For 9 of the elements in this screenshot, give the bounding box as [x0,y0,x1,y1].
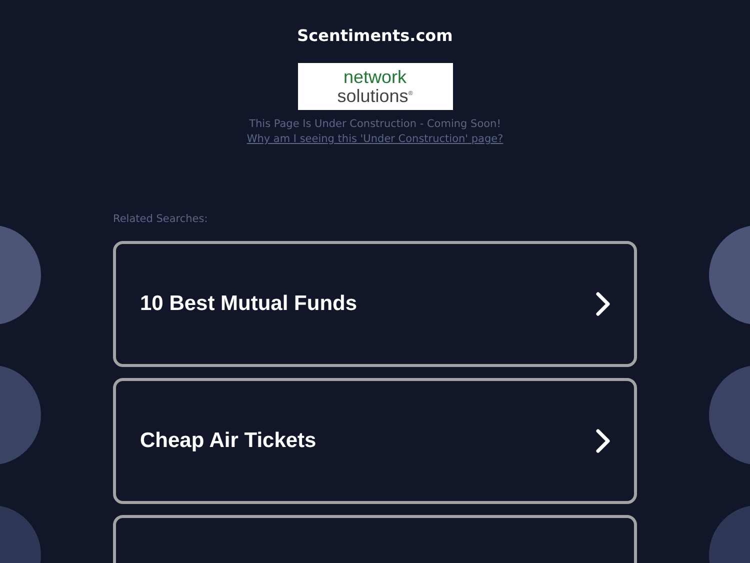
chevron-right-icon [596,292,610,316]
site-title: Scentiments.com [297,26,453,45]
notice-text: This Page Is Under Construction - Coming Soon! [249,118,501,130]
section-label: Related Searches: [113,213,209,225]
search-result-card[interactable]: 10 Best Mutual Funds [113,241,637,367]
logo-text: solutions$^{®}$ [337,86,413,104]
chevron-right-icon [596,429,610,453]
logo-text: network [343,68,407,86]
search-result-card[interactable]: Cheap Air Tickets [113,378,637,504]
